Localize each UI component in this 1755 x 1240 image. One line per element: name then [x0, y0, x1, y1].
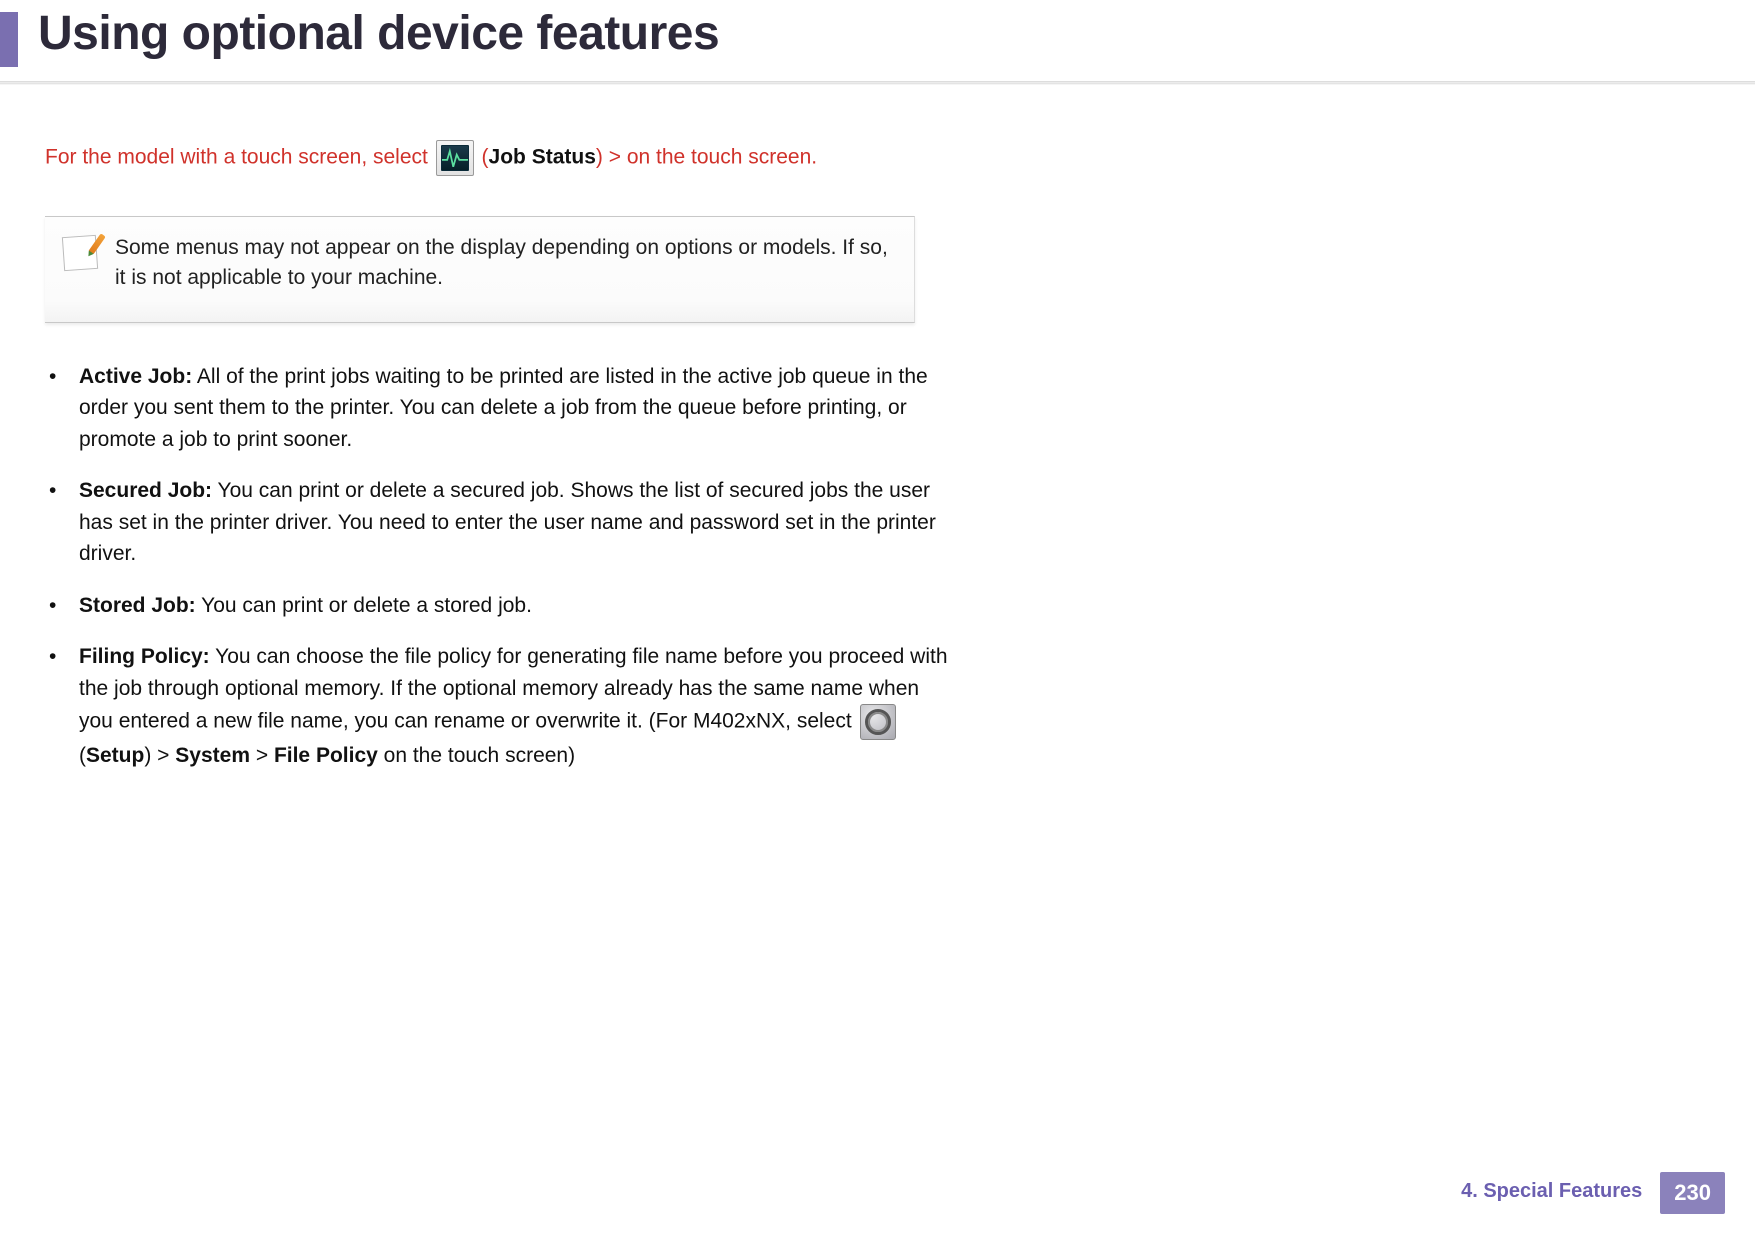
file-policy-label: File Policy: [274, 744, 378, 767]
feature-text: Filing Policy: You can choose the file p…: [79, 641, 950, 772]
feature-text: Secured Job: You can print or delete a s…: [79, 475, 950, 570]
bullet-icon: •: [45, 361, 79, 456]
footer-chapter: 4. Special Features: [1461, 1172, 1660, 1214]
job-status-icon: [436, 140, 474, 176]
feature-label: Secured Job:: [79, 479, 212, 502]
feature-body-post: on the touch screen): [378, 744, 575, 767]
feature-label: Active Job:: [79, 365, 192, 388]
page-header: Using optional device features: [0, 0, 1755, 85]
intro-job-status-label: Job Status: [489, 146, 596, 169]
setup-paren-open: (: [79, 744, 86, 767]
bullet-icon: •: [45, 641, 79, 772]
gt2: >: [250, 744, 274, 767]
header-divider: [0, 81, 1755, 85]
feature-text: Active Job: All of the print jobs waitin…: [79, 361, 950, 456]
bullet-icon: •: [45, 590, 79, 622]
feature-label: Filing Policy:: [79, 645, 210, 668]
setup-label: Setup: [86, 744, 144, 767]
bullet-icon: •: [45, 475, 79, 570]
feature-list: • Active Job: All of the print jobs wait…: [45, 361, 950, 772]
system-label: System: [175, 744, 250, 767]
note-box: Some menus may not appear on the display…: [45, 216, 915, 323]
intro-pre: For the model with a touch screen, selec…: [45, 146, 434, 169]
feature-label: Stored Job:: [79, 594, 196, 617]
footer-page-number: 230: [1660, 1172, 1725, 1214]
intro-paren-open: (: [482, 146, 489, 169]
note-icon: [63, 236, 97, 270]
list-item: • Filing Policy: You can choose the file…: [45, 641, 950, 772]
note-text: Some menus may not appear on the display…: [115, 233, 894, 294]
intro-sep: >: [603, 146, 627, 169]
intro-paragraph: For the model with a touch screen, selec…: [45, 140, 920, 176]
feature-body: All of the print jobs waiting to be prin…: [79, 365, 928, 451]
setup-icon: [860, 704, 896, 740]
page-content: For the model with a touch screen, selec…: [0, 85, 920, 772]
feature-body: You can print or delete a stored job.: [201, 594, 532, 617]
list-item: • Active Job: All of the print jobs wait…: [45, 361, 950, 456]
header-accent-bar: [0, 12, 18, 67]
intro-post: on the touch screen.: [627, 146, 817, 169]
list-item: • Secured Job: You can print or delete a…: [45, 475, 950, 570]
intro-paren-close: ): [596, 146, 603, 169]
page-title: Using optional device features: [0, 8, 1755, 61]
page-footer: 4. Special Features 230: [1461, 1172, 1725, 1214]
list-item: • Stored Job: You can print or delete a …: [45, 590, 950, 622]
gt1: >: [151, 744, 175, 767]
feature-text: Stored Job: You can print or delete a st…: [79, 590, 950, 622]
